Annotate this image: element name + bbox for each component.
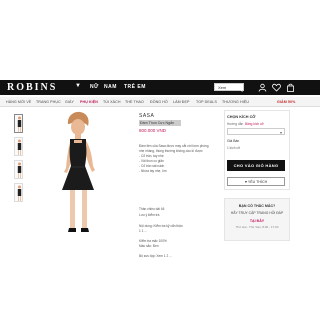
category-sports[interactable]: THỂ THAO — [125, 100, 144, 104]
help-title: BẠN CÓ THẮC MẮC? — [238, 204, 276, 208]
product-brand[interactable]: SASA — [139, 113, 154, 119]
brand-logo[interactable]: ROBINS — [7, 82, 57, 93]
category-nav: HÀNG MỚI VỀ TRANG PHỤC GIÀY PHỤ KIỆN TÚI… — [0, 97, 320, 107]
description-line: - Vải thun co giãn — [139, 159, 164, 163]
product-thumbnail[interactable] — [14, 137, 23, 156]
description-line: - Cổ tròn sát nách — [139, 164, 165, 168]
product-thumbnail[interactable] — [14, 183, 23, 202]
size-chart-link[interactable]: Bảng kích cỡ — [245, 122, 264, 126]
description-line: Thân chiều dài 46 — [139, 207, 165, 211]
chevron-down-icon: ▾ — [279, 130, 282, 135]
description-line: nhẹ nhàng, thùng thướng không cầu kì đượ… — [139, 149, 203, 153]
add-to-cart-button[interactable]: CHO VÀO GIỎ HÀNG — [227, 160, 285, 171]
product-main-image[interactable] — [28, 110, 128, 246]
description-line: Kiểm tra mặc 100% — [139, 239, 167, 243]
search-icon[interactable] — [234, 83, 244, 92]
top-navigation-bar: ROBINS ▼ NỮ NAM TRẺ EM Xem — [0, 80, 320, 95]
help-text: HÃY TRUY CẬP TRANG HỖI ĐÁP — [230, 211, 284, 215]
heart-icon[interactable] — [272, 83, 281, 92]
search-input-text: Xem — [218, 85, 227, 90]
description-line: 1 1 ... — [139, 229, 147, 233]
category-accessories[interactable]: PHỤ KIỆN — [80, 100, 98, 104]
price-label: Giá Bán — [227, 139, 240, 143]
product-price: 800.000 VND — [139, 128, 167, 133]
category-watches[interactable]: ĐỒNG HỒ — [150, 100, 168, 104]
category-top-deals[interactable]: TOP DEALS — [196, 100, 217, 104]
size-select[interactable]: ▾ — [227, 128, 285, 135]
description-line: Bộ sưu tập: Xem 1 2 ... — [139, 254, 172, 258]
help-link[interactable]: TẠI ĐÂY — [224, 219, 290, 223]
category-shoes[interactable]: GIÀY — [65, 100, 74, 104]
tab-women[interactable]: NỮ — [90, 84, 99, 90]
size-title: CHỌN KÍCH CỠ — [227, 115, 256, 119]
account-icon[interactable] — [258, 83, 267, 92]
category-clothing[interactable]: TRANG PHỤC — [36, 100, 61, 104]
wishlist-button[interactable]: ♥ YÊU THÍCH — [227, 177, 285, 186]
category-bags[interactable]: TÚI XÁCH — [103, 100, 121, 104]
category-new-arrivals[interactable]: HÀNG MỚI VỀ — [6, 100, 31, 104]
chevron-down-icon[interactable]: ▼ — [75, 83, 81, 89]
category-brands[interactable]: THƯƠNG HIỆU — [222, 100, 249, 104]
tab-men[interactable]: NAM — [104, 84, 117, 90]
shopping-bag-icon[interactable] — [286, 83, 295, 92]
description-line: Đầm liền của Sasa được may cắt với form … — [139, 144, 209, 148]
description-line: Màu sắc: Đen — [139, 244, 159, 248]
product-thumbnail[interactable] — [14, 114, 23, 133]
tab-kids[interactable]: TRẺ EM — [124, 84, 146, 90]
category-sale[interactable]: GIẢM 50% — [277, 100, 295, 104]
description-line: - Nhựa tay nhẹ, ôm — [139, 169, 167, 173]
help-hours: Thứ Hai - Thứ Sáu: 8:00 - 17:00 — [235, 225, 279, 229]
description-line: Nội dung: Kiểm tra kỹ cẩn thận — [139, 224, 183, 228]
size-count: 1 kích cỡ — [227, 146, 241, 150]
product-name: Đầm Thun Cực Ngắn — [140, 121, 175, 125]
description-line: Lưu ý kiểm tra — [139, 213, 160, 217]
size-guide-label: Hướng dẫn — [227, 122, 244, 126]
product-thumbnail[interactable] — [14, 160, 23, 179]
category-beauty[interactable]: LÀM ĐẸP — [173, 100, 189, 104]
description-line: - Cổ tròn, tay nhẹ — [139, 154, 164, 158]
